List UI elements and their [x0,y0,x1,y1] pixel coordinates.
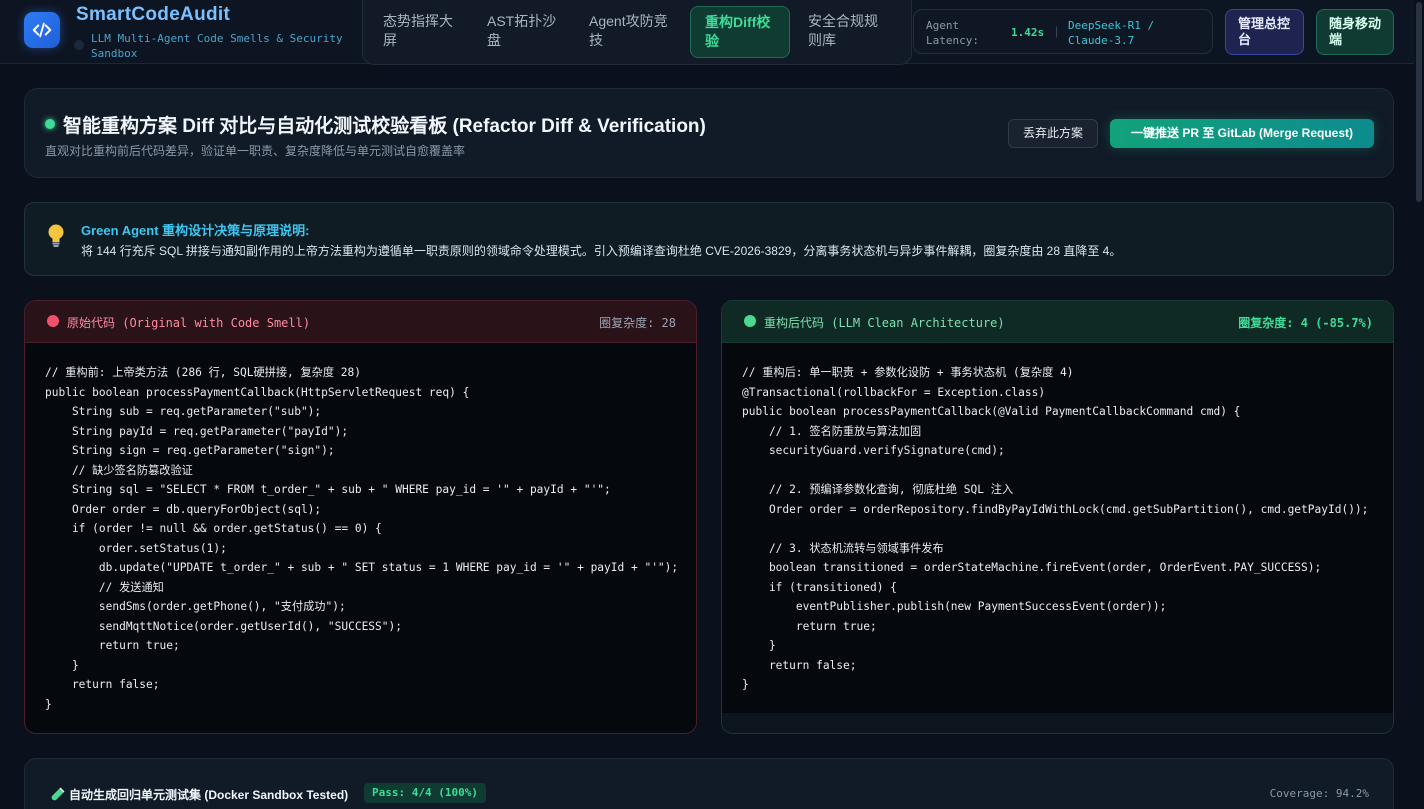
tests-pass-badge: Pass: 4/4 (100%) [364,783,486,803]
refactored-panel-header: 重构后代码 (LLM Clean Architecture) 圈复杂度: 4 (… [722,301,1393,343]
rationale-text: 将 144 行充斥 SQL 拼接与通知副作用的上帝方法重构为遵循单一职责原则的领… [81,244,1122,258]
code-brackets-icon [32,22,52,38]
admin-console-button[interactable]: 管理总控台 [1225,9,1304,55]
tab-compliance-rules[interactable]: 安全合规规则库 [794,6,904,58]
latency-separator: | [1055,24,1059,38]
tab-refactor-diff[interactable]: 重构Diff校验 [690,6,790,58]
original-code-block: // 重构前: 上帝类方法 (286 行, SQL硬拼接, 复杂度 28) pu… [45,366,679,711]
refactor-rationale-card: Green Agent 重构设计决策与原理说明: 将 144 行充斥 SQL 拼… [24,202,1394,276]
original-code-panel: 原始代码 (Original with Code Smell) 圈复杂度: 28… [24,300,697,734]
refactored-complexity: 圈复杂度: 4 (-85.7%) [1238,316,1373,330]
original-panel-header: 原始代码 (Original with Code Smell) 圈复杂度: 28 [25,301,696,343]
app-subtitle: LLM Multi-Agent Code Smells & Security S… [91,32,343,60]
latency-value: 1.42s [1011,26,1045,39]
page-subtitle: 直观对比重构前后代码差异，验证单一职责、复杂度降低与单元测试自愈覆盖率 [45,144,466,158]
status-dot [74,40,84,50]
original-complexity: 圈复杂度: 28 [599,316,676,330]
coverage-value: Coverage: 94.2% [1269,787,1369,800]
refactored-code-block: // 重构后: 单一职责 + 参数化设防 + 事务状态机 (复杂度 4) @Tr… [742,366,1369,691]
tab-ast-sandbox[interactable]: AST拓扑沙盘 [473,6,571,58]
refactored-panel-footer [722,713,1393,733]
original-status-dot [47,315,59,327]
mobile-view-button[interactable]: 随身移动端 [1316,9,1394,55]
unit-tests-card: 自动生成回归单元测试集 (Docker Sandbox Tested) Pass… [24,758,1394,809]
scrollbar-thumb[interactable] [1416,2,1422,202]
tab-agent-arena[interactable]: Agent攻防竞技 [575,6,683,58]
test-tube-icon [51,787,65,801]
top-bar: SmartCodeAudit LLM Multi-Agent Code Smel… [0,0,1414,65]
latency-indicator: Agent Latency: 1.42s | DeepSeek-R1 / Cla… [913,9,1213,54]
app-title: SmartCodeAudit [76,4,231,25]
latency-label: Agent Latency: [926,19,979,47]
refactored-code-panel: 重构后代码 (LLM Clean Architecture) 圈复杂度: 4 (… [721,300,1394,734]
model-name: DeepSeek-R1 / Claude-3.7 [1068,19,1155,47]
push-pr-button[interactable]: 一键推送 PR 至 GitLab (Merge Request) [1110,119,1374,148]
page-header-card: 智能重构方案 Diff 对比与自动化测试校验看板 (Refactor Diff … [24,88,1394,178]
refactored-status-dot [744,315,756,327]
main-nav: 态势指挥大屏 AST拓扑沙盘 Agent攻防竞技 重构Diff校验 安全合规规则… [362,0,912,65]
header-status-dot [45,119,55,129]
code-logo-icon[interactable] [24,12,60,48]
discard-button[interactable]: 丢弃此方案 [1008,119,1098,148]
tests-title: 自动生成回归单元测试集 (Docker Sandbox Tested) [69,788,349,802]
tab-dashboard[interactable]: 态势指挥大屏 [369,6,469,58]
rationale-title: Green Agent 重构设计决策与原理说明: [81,223,310,238]
original-panel-title: 原始代码 (Original with Code Smell) [67,316,311,330]
page-scrollbar[interactable] [1414,0,1424,809]
page-title: 智能重构方案 Diff 对比与自动化测试校验看板 (Refactor Diff … [63,116,706,137]
refactored-panel-title: 重构后代码 (LLM Clean Architecture) [764,316,1005,330]
lightbulb-icon [48,224,64,247]
